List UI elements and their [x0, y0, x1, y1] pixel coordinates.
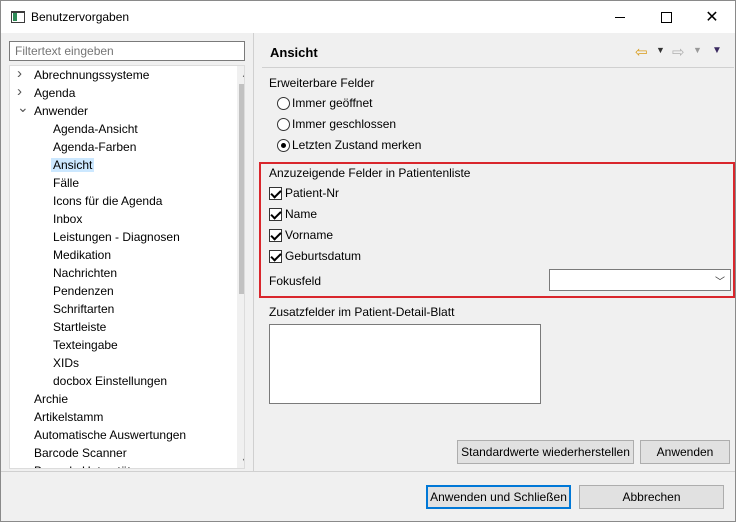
- app-icon: [11, 11, 25, 23]
- close-button[interactable]: ✕: [689, 1, 735, 33]
- tree-item[interactable]: Automatische Auswertungen: [34, 426, 186, 444]
- arrow-left-icon[interactable]: ⇦: [635, 43, 648, 61]
- tree-item[interactable]: Ansicht: [51, 156, 95, 174]
- tree-item-label: XIDs: [53, 356, 80, 370]
- page-title: Ansicht: [270, 45, 318, 60]
- additional-fields-heading: Zusatzfelder im Patient-Detail-Blatt: [269, 305, 455, 319]
- tree-item-label: Texteingabe: [53, 338, 118, 352]
- tree-item-label: Inbox: [53, 212, 83, 226]
- tree-item-label: Agenda: [34, 86, 76, 100]
- tree-item-label: Pendenzen: [53, 284, 114, 298]
- cancel-button[interactable]: Abbrechen: [579, 485, 724, 509]
- tree-item-label: Leistungen - Diagnosen: [53, 230, 180, 244]
- scroll-down-icon[interactable]: ▼: [237, 453, 244, 468]
- tree-item[interactable]: Barcode Unterstützung: [34, 462, 157, 468]
- tree-item[interactable]: XIDs: [53, 354, 79, 372]
- back-dropdown-icon[interactable]: ▼: [656, 45, 665, 55]
- minimize-icon: [615, 16, 625, 18]
- tree-item[interactable]: Startleiste: [53, 318, 106, 336]
- tree-item-label: Agenda-Ansicht: [53, 122, 138, 136]
- checkbox-vorname[interactable]: [269, 229, 282, 242]
- tree-item[interactable]: Schriftarten: [53, 300, 114, 318]
- checkbox-geburtsdatum-label[interactable]: Geburtsdatum: [285, 249, 361, 263]
- radio-remember-state-label[interactable]: Letzten Zustand merken: [292, 138, 421, 152]
- view-menu-icon[interactable]: ▼: [712, 45, 722, 56]
- focus-field-label: Fokusfeld: [269, 274, 322, 288]
- tree-item-label: Barcode Unterstützung: [34, 464, 157, 468]
- pane-divider[interactable]: [253, 33, 254, 471]
- checkbox-geburtsdatum[interactable]: [269, 250, 282, 263]
- tree-item-label: Barcode Scanner: [34, 446, 127, 460]
- preferences-tree: › Abrechnungssysteme › Agenda ⌄ Anwender Agend…: [9, 65, 245, 469]
- tree-item-label: Schriftarten: [53, 302, 115, 316]
- radio-always-closed[interactable]: [277, 118, 290, 131]
- tree-item[interactable]: Pendenzen: [53, 282, 114, 300]
- patient-list-heading: Anzuzeigende Felder in Patientenliste: [269, 166, 471, 180]
- focus-field-select[interactable]: ﹀: [549, 269, 731, 291]
- radio-always-closed-label[interactable]: Immer geschlossen: [292, 117, 396, 131]
- scroll-up-icon[interactable]: ▲: [237, 66, 244, 83]
- expandable-fields-heading: Erweiterbare Felder: [269, 76, 375, 90]
- checkbox-vorname-label[interactable]: Vorname: [285, 228, 333, 242]
- tree-item[interactable]: Inbox: [53, 210, 82, 228]
- tree-item-label: Abrechnungssysteme: [34, 68, 150, 82]
- maximize-icon: [660, 11, 672, 23]
- checkbox-patient-nr-label[interactable]: Patient-Nr: [285, 186, 339, 200]
- title-bar: Benutzervorgaben ✕: [1, 1, 735, 33]
- footer-divider: [1, 471, 735, 472]
- tree-item-label: Agenda-Farben: [53, 140, 137, 154]
- chevron-down-icon[interactable]: ⌄: [17, 100, 29, 120]
- page-header: Ansicht ⇦ ▼ ⇨ ▼ ▼: [262, 37, 732, 63]
- tree-item-label: Anwender: [34, 104, 89, 118]
- tree-item-label: Artikelstamm: [34, 410, 104, 424]
- tree-item-label: Fälle: [53, 176, 80, 190]
- tree-item[interactable]: Leistungen - Diagnosen: [53, 228, 180, 246]
- apply-and-close-button[interactable]: Anwenden und Schließen: [426, 485, 571, 509]
- restore-defaults-button[interactable]: Standardwerte wiederherstellen: [457, 440, 634, 464]
- close-icon: ✕: [705, 9, 719, 26]
- tree-item[interactable]: Archie: [34, 390, 68, 408]
- tree-item[interactable]: Agenda-Farben: [53, 138, 136, 156]
- tree-item[interactable]: Artikelstamm: [34, 408, 103, 426]
- scroll-thumb[interactable]: [239, 84, 244, 294]
- tree-item[interactable]: Texteingabe: [53, 336, 118, 354]
- tree-item[interactable]: › Agenda: [17, 84, 76, 102]
- tree-item[interactable]: Barcode Scanner: [34, 444, 127, 462]
- tree-item[interactable]: Agenda-Ansicht: [53, 120, 138, 138]
- tree-item[interactable]: › Abrechnungssysteme: [17, 66, 150, 84]
- maximize-button[interactable]: [643, 1, 689, 33]
- tree-item[interactable]: Nachrichten: [53, 264, 117, 282]
- chevron-down-icon[interactable]: ﹀: [715, 273, 725, 288]
- tree-item[interactable]: Icons für die Agenda: [53, 192, 162, 210]
- radio-remember-state[interactable]: [277, 139, 290, 152]
- additional-fields-textarea[interactable]: [269, 324, 541, 404]
- preferences-dialog: Benutzervorgaben ✕ › Abrechnungssysteme ›A…: [0, 0, 736, 522]
- forward-dropdown-icon: ▼: [693, 45, 702, 55]
- apply-button[interactable]: Anwenden: [640, 440, 730, 464]
- tree-item[interactable]: Fälle: [53, 174, 79, 192]
- tree-item-label: Archie: [34, 392, 69, 406]
- tree-scrollbar[interactable]: ▲ ▼: [237, 66, 244, 468]
- filter-input[interactable]: [9, 41, 245, 61]
- tree-item[interactable]: Medikation: [53, 246, 111, 264]
- chevron-right-icon[interactable]: ›: [17, 66, 27, 84]
- window-title: Benutzervorgaben: [31, 10, 130, 24]
- checkbox-name-label[interactable]: Name: [285, 207, 317, 221]
- tree-item-label: Medikation: [53, 248, 112, 262]
- radio-always-open-label[interactable]: Immer geöffnet: [292, 96, 372, 110]
- tree-item-label: Icons für die Agenda: [53, 194, 163, 208]
- tree-item-label: docbox Einstellungen: [53, 374, 168, 388]
- minimize-button[interactable]: [597, 1, 643, 33]
- checkbox-name[interactable]: [269, 208, 282, 221]
- tree-item-label: Startleiste: [53, 320, 107, 334]
- tree-item[interactable]: docbox Einstellungen: [53, 372, 167, 390]
- header-divider: [262, 67, 734, 68]
- arrow-right-icon: ⇨: [672, 44, 685, 61]
- radio-always-open[interactable]: [277, 97, 290, 110]
- tree-item-label: Nachrichten: [53, 266, 118, 280]
- tree-item-label: Ansicht: [51, 158, 95, 172]
- tree-item[interactable]: ⌄ Anwender: [17, 100, 89, 120]
- tree-item-label: Automatische Auswertungen: [34, 428, 187, 442]
- checkbox-patient-nr[interactable]: [269, 187, 282, 200]
